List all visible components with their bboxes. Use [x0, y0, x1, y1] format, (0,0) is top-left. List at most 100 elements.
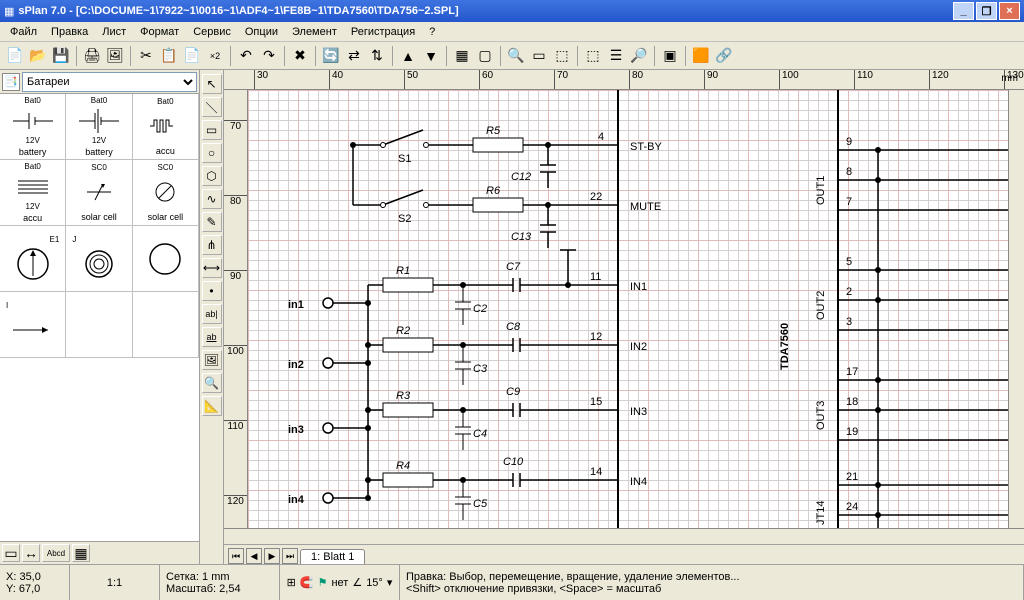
redo-icon[interactable]: ↷ — [258, 45, 280, 67]
select-rect-icon[interactable]: ⬚ — [582, 45, 604, 67]
status-mashtab: Масштаб: 2,54 — [166, 583, 273, 595]
component-icon[interactable]: ▣ — [659, 45, 681, 67]
tab-prev-icon[interactable]: ◀ — [246, 548, 262, 564]
menu-service[interactable]: Сервис — [187, 24, 237, 40]
horizontal-scrollbar[interactable] — [224, 528, 1024, 544]
svg-text:17: 17 — [846, 366, 858, 378]
paste-icon[interactable]: 📄 — [181, 45, 203, 67]
svg-text:7: 7 — [846, 196, 852, 208]
zoomsel-icon[interactable]: ⬚ — [551, 45, 573, 67]
flag-icon[interactable]: ⚑ — [318, 576, 328, 589]
maximize-button[interactable]: ❐ — [976, 2, 997, 20]
open-icon[interactable]: 📂 — [27, 45, 49, 67]
palette-item[interactable] — [133, 292, 199, 358]
palette-item[interactable]: J — [66, 226, 132, 292]
copy-icon[interactable]: 📋 — [158, 45, 180, 67]
titlebar: ▦ sPlan 7.0 - [C:\DOCUME~1\7922~1\0016~1… — [0, 0, 1024, 22]
image-tool-icon[interactable]: 🖼 — [202, 350, 222, 370]
vertical-scrollbar[interactable] — [1008, 90, 1024, 528]
print-icon[interactable]: 🖨 — [81, 45, 103, 67]
ungroup-icon[interactable]: ▢ — [474, 45, 496, 67]
menu-edit[interactable]: Правка — [45, 24, 94, 40]
poly-tool-icon[interactable]: ⬡ — [202, 166, 222, 186]
cut-icon[interactable]: ✂ — [135, 45, 157, 67]
rotate-icon[interactable]: 🔄 — [320, 45, 342, 67]
status-angle: 15° — [366, 577, 383, 589]
save-icon[interactable]: 💾 — [50, 45, 72, 67]
palette-item[interactable]: Bat0 12V accu — [0, 160, 66, 226]
grid-toggle-icon[interactable]: ⊞ — [287, 576, 296, 589]
svg-text:MUTE: MUTE — [630, 201, 661, 213]
svg-text:IN2: IN2 — [630, 341, 647, 353]
find-icon[interactable]: 🔎 — [628, 45, 650, 67]
palette-item[interactable]: Bat0 12V battery — [0, 94, 66, 160]
drawing-canvas[interactable]: TDA7560 S1 R5 C — [248, 90, 1008, 528]
fliph-icon[interactable]: ⇄ — [343, 45, 365, 67]
svg-text:OUT3: OUT3 — [815, 401, 827, 430]
tab-next-icon[interactable]: ▶ — [264, 548, 280, 564]
menu-register[interactable]: Регистрация — [345, 24, 421, 40]
status-snap: нет — [331, 577, 348, 589]
duplicate-icon[interactable]: ×2 — [204, 45, 226, 67]
library-selector-row: 📑 Батареи — [0, 70, 199, 94]
node-tool-icon[interactable]: • — [202, 281, 222, 301]
front-icon[interactable]: ▲ — [397, 45, 419, 67]
pal-abcd-icon[interactable]: Abcd — [42, 544, 70, 562]
close-button[interactable]: × — [999, 2, 1020, 20]
dimension-tool-icon[interactable]: ⟷ — [202, 258, 222, 278]
status-grid: Сетка: 1 mm — [166, 571, 273, 583]
undo-icon[interactable]: ↶ — [235, 45, 257, 67]
svg-text:4: 4 — [598, 131, 604, 143]
menu-options[interactable]: Опции — [239, 24, 284, 40]
export-icon[interactable]: 🖼 — [104, 45, 126, 67]
palette-item[interactable]: Bat0 accu — [133, 94, 199, 160]
measure-tool-icon[interactable]: 📐 — [202, 396, 222, 416]
zoompage-icon[interactable]: ▭ — [528, 45, 550, 67]
tab-last-icon[interactable]: ⏭ — [282, 548, 298, 564]
zoomfit-icon[interactable]: 🔍 — [505, 45, 527, 67]
palette-item[interactable] — [66, 292, 132, 358]
palette-item[interactable]: SC0 solar cell — [66, 160, 132, 226]
link-icon[interactable]: 🔗 — [713, 45, 735, 67]
tab-first-icon[interactable]: ⏮ — [228, 548, 244, 564]
palette-item[interactable]: E1 — [0, 226, 66, 292]
flipv-icon[interactable]: ⇅ — [366, 45, 388, 67]
line-tool-icon[interactable]: ＼ — [202, 97, 222, 117]
bookmark-icon[interactable]: 📑 — [2, 73, 20, 91]
zoom-tool-icon[interactable]: 🔍 — [202, 373, 222, 393]
svg-text:8: 8 — [846, 166, 852, 178]
angle-icon[interactable]: ∠ — [352, 576, 362, 589]
back-icon[interactable]: ▼ — [420, 45, 442, 67]
bezier-tool-icon[interactable]: ∿ — [202, 189, 222, 209]
pal-widen-icon[interactable]: ↔ — [22, 544, 40, 562]
palette-item[interactable]: I — [0, 292, 66, 358]
delete-icon[interactable]: ✖ — [289, 45, 311, 67]
menu-sheet[interactable]: Лист — [96, 24, 132, 40]
angle-dropdown-icon[interactable]: ▾ — [387, 576, 393, 589]
menu-element[interactable]: Элемент — [286, 24, 343, 40]
menu-help[interactable]: ? — [423, 24, 441, 40]
list-icon[interactable]: ☰ — [605, 45, 627, 67]
pal-grid-icon[interactable]: ▦ — [72, 544, 90, 562]
library-select[interactable]: Батареи — [22, 72, 197, 92]
magnet-icon[interactable]: 🧲 — [300, 576, 314, 589]
pointer-tool-icon[interactable]: ↖ — [202, 74, 222, 94]
circle-tool-icon[interactable]: ○ — [202, 143, 222, 163]
palette-item[interactable] — [133, 226, 199, 292]
rect-tool-icon[interactable]: ▭ — [202, 120, 222, 140]
new-icon[interactable]: 📄 — [4, 45, 26, 67]
freehand-tool-icon[interactable]: ✎ — [202, 212, 222, 232]
pal-page-icon[interactable]: ▭ — [2, 544, 20, 562]
palette-item[interactable]: SC0 solar cell — [133, 160, 199, 226]
sheet-tab[interactable]: 1: Blatt 1 — [300, 549, 365, 564]
menu-format[interactable]: Формат — [134, 24, 185, 40]
svg-text:R3: R3 — [396, 390, 411, 402]
textbox-tool-icon[interactable]: ab — [202, 327, 222, 347]
menu-file[interactable]: Файл — [4, 24, 43, 40]
textlabel-tool-icon[interactable]: ab| — [202, 304, 222, 324]
palette-item[interactable]: Bat0 12V battery — [66, 94, 132, 160]
group-icon[interactable]: ▦ — [451, 45, 473, 67]
minimize-button[interactable]: _ — [953, 2, 974, 20]
chip-icon[interactable]: 🟧 — [690, 45, 712, 67]
special-tool-icon[interactable]: ⋔ — [202, 235, 222, 255]
